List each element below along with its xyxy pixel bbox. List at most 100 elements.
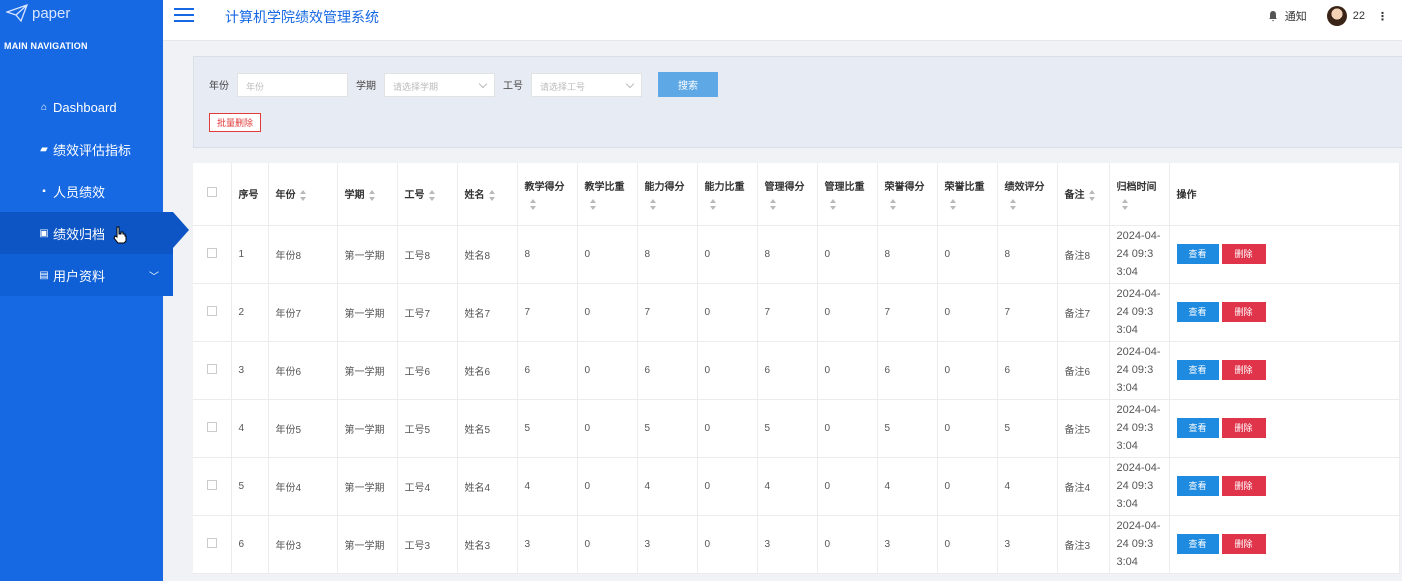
cell-teach-w: 0 bbox=[577, 457, 638, 516]
sidebar-item-user-profile[interactable]: ▤ 用户资料 ﹀ bbox=[0, 254, 173, 296]
row-checkbox-cell[interactable] bbox=[193, 399, 232, 458]
column-header[interactable]: 学期 bbox=[337, 163, 398, 226]
sort-icon[interactable] bbox=[1088, 190, 1097, 202]
cell-manage-w: 0 bbox=[817, 283, 878, 342]
avatar[interactable] bbox=[1326, 6, 1347, 26]
notification-label[interactable]: 通知 bbox=[1285, 8, 1307, 24]
select-all-checkbox-cell[interactable] bbox=[193, 163, 232, 226]
view-button[interactable]: 查看 bbox=[1176, 418, 1219, 438]
cell-time: 2024-04-24 09:33:04 bbox=[1109, 515, 1170, 574]
sort-icon[interactable] bbox=[889, 198, 898, 210]
sidebar-item-archive[interactable]: ▣ 绩效归档 bbox=[0, 212, 189, 254]
cell-ability: 3 bbox=[637, 515, 698, 574]
sort-icon[interactable] bbox=[368, 190, 377, 202]
column-header[interactable]: 教学比重 bbox=[577, 163, 638, 226]
sidebar-item-staff-performance[interactable]: ▪ 人员绩效 bbox=[0, 170, 163, 212]
cell-actions: 查看 删除 bbox=[1169, 341, 1400, 400]
hand-cursor-icon bbox=[113, 226, 127, 244]
sort-icon[interactable] bbox=[488, 190, 497, 202]
job-select[interactable]: 请选择工号 bbox=[531, 72, 642, 97]
search-panel: 年份 年份 学期 请选择学期 工号 请选择工号 搜索 批量删除 bbox=[193, 56, 1402, 148]
logo[interactable]: paper bbox=[0, 0, 163, 26]
cell-honor-w: 0 bbox=[937, 457, 998, 516]
row-checkbox-cell[interactable] bbox=[193, 283, 232, 342]
column-header[interactable]: 绩效评分 bbox=[997, 163, 1058, 226]
cell-term: 第一学期 bbox=[337, 515, 398, 574]
view-button[interactable]: 查看 bbox=[1176, 360, 1219, 380]
bell-icon[interactable] bbox=[1267, 10, 1279, 22]
column-header[interactable]: 教学得分 bbox=[517, 163, 578, 226]
row-checkbox-cell[interactable] bbox=[193, 457, 232, 516]
delete-button[interactable]: 删除 bbox=[1221, 302, 1266, 322]
column-header[interactable]: 备注 bbox=[1057, 163, 1110, 226]
row-checkbox-cell[interactable] bbox=[193, 225, 232, 284]
table-row: 4 年份5 第一学期 工号5 姓名5 5 0 5 0 5 0 5 0 5 备注5 2024-04-24 09:… bbox=[193, 399, 1400, 458]
column-header: 操作 bbox=[1169, 163, 1400, 226]
view-button[interactable]: 查看 bbox=[1176, 534, 1219, 554]
column-header[interactable]: 年份 bbox=[268, 163, 338, 226]
cell-no: 5 bbox=[231, 457, 269, 516]
batch-delete-button[interactable]: 批量删除 bbox=[209, 113, 262, 132]
sort-icon[interactable] bbox=[1121, 198, 1130, 210]
row-checkbox-cell[interactable] bbox=[193, 515, 232, 574]
column-header[interactable]: 能力得分 bbox=[637, 163, 698, 226]
view-button[interactable]: 查看 bbox=[1176, 476, 1219, 496]
user-label[interactable]: 22 bbox=[1353, 10, 1365, 22]
row-checkbox[interactable] bbox=[206, 305, 217, 316]
cell-teach-w: 0 bbox=[577, 399, 638, 458]
sort-icon[interactable] bbox=[1009, 198, 1018, 210]
sort-icon[interactable] bbox=[709, 198, 718, 210]
column-header[interactable]: 归档时间 bbox=[1109, 163, 1170, 226]
delete-button[interactable]: 删除 bbox=[1221, 360, 1266, 380]
sort-icon[interactable] bbox=[769, 198, 778, 210]
sort-icon[interactable] bbox=[949, 198, 958, 210]
delete-button[interactable]: 删除 bbox=[1221, 476, 1266, 496]
cell-no: 2 bbox=[231, 283, 269, 342]
cell-ability-w: 0 bbox=[697, 457, 758, 516]
column-header-label: 学期 bbox=[344, 190, 365, 202]
sort-icon[interactable] bbox=[829, 198, 838, 210]
top-header: 计算机学院绩效管理系统 通知 22 ⋮ bbox=[163, 0, 1402, 41]
column-header[interactable]: 工号 bbox=[397, 163, 458, 226]
hamburger-menu-icon[interactable] bbox=[174, 8, 194, 22]
delete-button[interactable]: 删除 bbox=[1221, 534, 1266, 554]
column-header[interactable]: 管理比重 bbox=[817, 163, 878, 226]
view-button[interactable]: 查看 bbox=[1176, 302, 1219, 322]
sort-icon[interactable] bbox=[589, 198, 598, 210]
column-header[interactable]: 姓名 bbox=[457, 163, 518, 226]
cell-actions: 查看 删除 bbox=[1169, 399, 1400, 458]
column-header[interactable]: 管理得分 bbox=[757, 163, 818, 226]
sidebar-item-dashboard[interactable]: ⌂ Dashboard bbox=[0, 86, 163, 128]
view-button[interactable]: 查看 bbox=[1176, 244, 1219, 264]
sort-icon[interactable] bbox=[649, 198, 658, 210]
table-body: 1 年份8 第一学期 工号8 姓名8 8 0 8 0 8 0 8 0 8 备注8 2024-04-24 09:… bbox=[193, 225, 1400, 574]
row-checkbox[interactable] bbox=[206, 537, 217, 548]
row-checkbox[interactable] bbox=[206, 247, 217, 258]
row-checkbox-cell[interactable] bbox=[193, 341, 232, 400]
sort-icon[interactable] bbox=[428, 190, 437, 202]
column-header[interactable]: 荣誉比重 bbox=[937, 163, 998, 226]
term-select[interactable]: 请选择学期 bbox=[384, 72, 495, 97]
cell-ability-w: 0 bbox=[697, 341, 758, 400]
sidebar-item-indicators[interactable]: ▰ 绩效评估指标 bbox=[0, 128, 163, 170]
row-checkbox[interactable] bbox=[206, 363, 217, 374]
sort-icon[interactable] bbox=[299, 190, 308, 202]
cell-perf: 3 bbox=[997, 515, 1058, 574]
column-header[interactable]: 荣誉得分 bbox=[877, 163, 938, 226]
cell-note: 备注3 bbox=[1057, 515, 1110, 574]
cell-time: 2024-04-24 09:33:04 bbox=[1109, 283, 1170, 342]
cell-honor: 4 bbox=[877, 457, 938, 516]
delete-button[interactable]: 删除 bbox=[1221, 418, 1266, 438]
row-checkbox[interactable] bbox=[206, 421, 217, 432]
sort-icon[interactable] bbox=[529, 198, 538, 210]
column-header[interactable]: 能力比重 bbox=[697, 163, 758, 226]
cell-teach: 4 bbox=[517, 457, 578, 516]
archive-table-wrapper: 序号 年份 学期 工号 姓名 教学得分 教学比重 能力得分 能力比重 管理得分 管理比重 荣誉得分 荣誉… bbox=[193, 163, 1402, 581]
select-all-checkbox[interactable] bbox=[206, 187, 217, 198]
delete-button[interactable]: 删除 bbox=[1221, 244, 1266, 264]
year-input[interactable]: 年份 bbox=[237, 72, 348, 97]
cell-no: 6 bbox=[231, 515, 269, 574]
row-checkbox[interactable] bbox=[206, 479, 217, 490]
search-button[interactable]: 搜索 bbox=[658, 72, 718, 97]
more-vertical-icon[interactable]: ⋮ bbox=[1377, 10, 1388, 23]
